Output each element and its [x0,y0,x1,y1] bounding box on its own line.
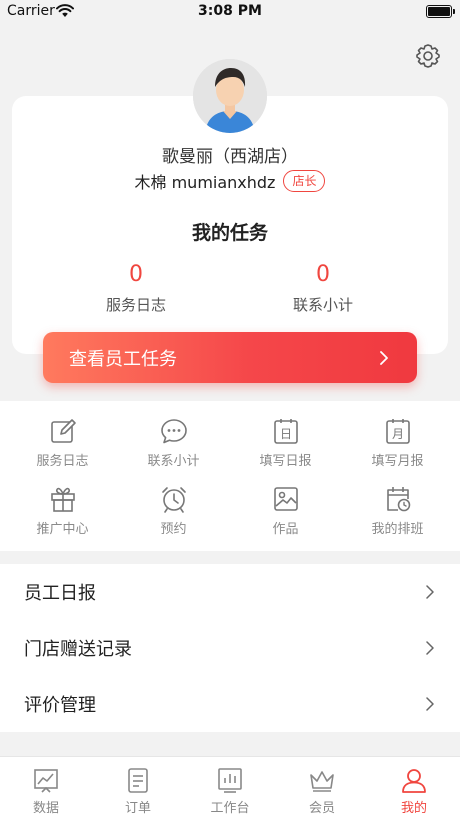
alarm-clock-icon [161,487,186,513]
menu-item-label: 门店赠送记录 [24,639,132,660]
my-tasks-title: 我的任务 [191,222,268,244]
clock-time: 3:08 PM [198,3,262,19]
menu-item-staff-daily-report[interactable]: 员工日报 [0,564,460,620]
chevron-right-icon [426,641,434,655]
stat-service-log[interactable]: 0 服务日志 [36,260,236,315]
shortcut-label: 推广中心 [36,522,89,537]
shortcut-label: 联系小计 [147,454,200,469]
shortcut-service-log[interactable]: 服务日志 [5,417,120,481]
tab-members[interactable]: 会员 [276,757,368,818]
tab-orders[interactable]: 订单 [92,757,184,818]
tab-workbench[interactable]: 工作台 [184,757,276,818]
store-name: 歌曼丽（西湖店） [162,147,298,167]
shortcut-daily-report[interactable]: 日 填写日报 [228,417,343,481]
edit-icon [50,419,76,443]
workbench-icon [218,768,242,793]
tab-label: 工作台 [210,801,250,816]
shortcut-contact-summary[interactable]: 联系小计 [116,417,231,481]
tab-label: 数据 [32,801,59,816]
stat-label: 服务日志 [105,296,166,314]
view-staff-tasks-button[interactable]: 查看员工任务 [43,332,417,383]
tab-label: 订单 [124,801,151,816]
monthly-report-icon: 月 [385,419,410,444]
tab-mine[interactable]: 我的 [368,757,460,818]
menu-item-review-management[interactable]: 评价管理 [0,676,460,732]
user-name: 木棉 mumianxhdz [134,173,276,192]
daily-report-icon: 日 [273,419,298,444]
gift-icon [50,487,75,512]
chevron-right-icon [380,350,388,365]
svg-text:月: 月 [391,427,403,441]
avatar-illustration [193,59,267,133]
tab-label: 我的 [400,801,427,816]
chat-icon [160,419,187,444]
menu-list: 员工日报 门店赠送记录 评价管理 [0,564,460,732]
shortcut-works[interactable]: 作品 [228,485,343,549]
avatar[interactable] [193,59,267,133]
order-list-icon [128,768,148,793]
battery-icon [426,5,455,18]
chevron-right-icon [426,585,434,599]
stat-label: 联系小计 [292,296,353,314]
bottom-tab-bar: 数据 订单 工作台 会员 我的 [0,756,460,818]
tab-data[interactable]: 数据 [0,757,92,818]
shortcut-promotion-center[interactable]: 推广中心 [5,485,120,549]
calendar-clock-icon [386,487,410,512]
shortcut-my-schedule[interactable]: 我的排班 [340,485,455,549]
shortcut-label: 作品 [272,522,299,537]
user-info-row: 木棉 mumianxhdz 店长 [0,169,460,193]
shortcut-grid: 服务日志 联系小计 日 填写日报 月 填写月报 推广中心 预约 作品 我的排班 [0,401,460,551]
view-staff-tasks-label: 查看员工任务 [69,348,177,370]
crown-icon [310,771,334,792]
shortcut-label: 填写日报 [259,454,312,469]
shortcut-label: 预约 [160,522,187,537]
shortcut-appointment[interactable]: 预约 [116,485,231,549]
shortcut-monthly-report[interactable]: 月 填写月报 [340,417,455,481]
menu-item-label: 评价管理 [24,695,96,716]
stat-value: 0 [316,262,330,287]
shortcut-label: 服务日志 [36,454,89,469]
shortcut-label: 填写月报 [371,454,424,469]
stat-contact-summary[interactable]: 0 联系小计 [223,260,423,315]
settings-gear-icon[interactable] [414,42,442,70]
chart-icon [34,769,58,793]
chevron-right-icon [426,697,434,711]
tab-label: 会员 [308,801,335,816]
shortcut-label: 我的排班 [371,522,424,537]
role-badge: 店长 [283,170,326,192]
menu-item-label: 员工日报 [24,583,96,604]
menu-item-store-gift-records[interactable]: 门店赠送记录 [0,620,460,676]
stat-value: 0 [129,262,143,287]
svg-text:日: 日 [279,427,291,441]
user-icon [402,769,426,793]
status-bar: Carrier 3:08 PM [0,0,460,24]
image-icon [273,487,298,511]
